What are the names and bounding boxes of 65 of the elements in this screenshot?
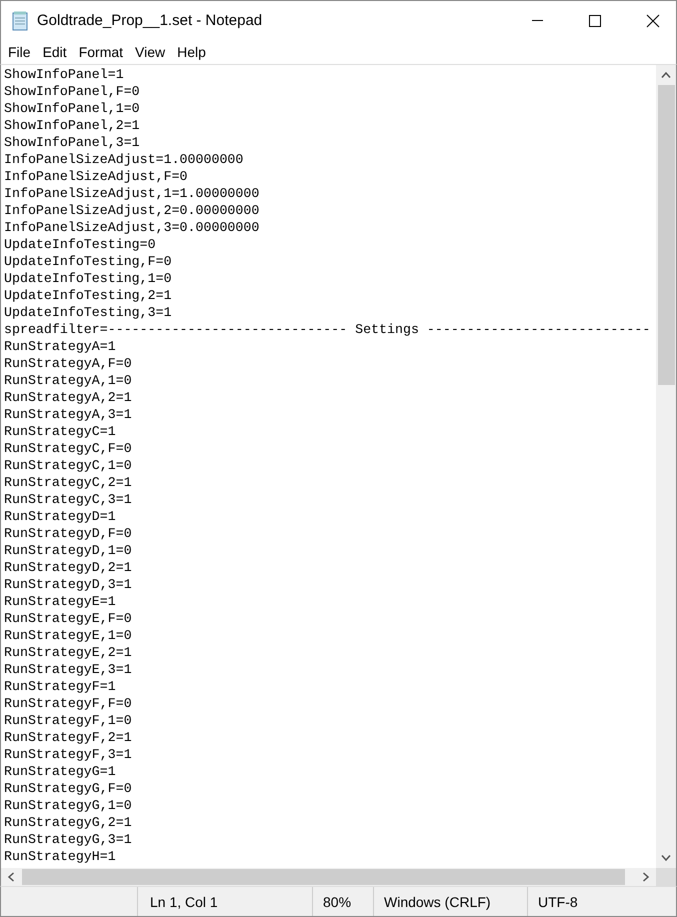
- text-line: RunStrategyC,1=0: [4, 457, 132, 474]
- zoom-level: 80%: [323, 894, 352, 910]
- text-line: RunStrategyA,2=1: [4, 389, 132, 406]
- text-line: ShowInfoPanel,2=1: [4, 117, 140, 134]
- text-line: InfoPanelSizeAdjust=1.00000000: [4, 151, 244, 168]
- maximize-icon: [589, 14, 601, 26]
- text-line: InfoPanelSizeAdjust,3=0.00000000: [4, 219, 260, 236]
- notepad-icon: [11, 10, 29, 30]
- text-line: RunStrategyG,3=1: [4, 831, 132, 848]
- text-line: RunStrategyD,F=0: [4, 525, 132, 542]
- text-line: RunStrategyA,1=0: [4, 372, 132, 389]
- encoding: UTF-8: [538, 894, 578, 910]
- text-line: RunStrategyA,F=0: [4, 355, 132, 372]
- menu-item[interactable]: Edit: [36, 44, 73, 60]
- text-line: RunStrategyG,2=1: [4, 814, 132, 831]
- text-line: ShowInfoPanel,3=1: [4, 134, 140, 151]
- menu-item[interactable]: File: [2, 44, 37, 60]
- text-line: RunStrategyD,2=1: [4, 559, 132, 576]
- text-line: RunStrategyC,2=1: [4, 474, 132, 491]
- text-line: RunStrategyE=1: [4, 593, 116, 610]
- text-line: UpdateInfoTesting=0: [4, 236, 156, 253]
- line-ending: Windows (CRLF): [384, 894, 491, 910]
- text-line: RunStrategyG,1=0: [4, 797, 132, 814]
- text-line: UpdateInfoTesting,3=1: [4, 304, 172, 321]
- cursor-position: Ln 1, Col 1: [150, 894, 218, 910]
- text-line: RunStrategyG,F=0: [4, 780, 132, 797]
- menu-item[interactable]: Format: [72, 44, 130, 60]
- text-line: RunStrategyH=1: [4, 848, 116, 865]
- close-icon: [646, 14, 660, 28]
- scroll-thumb[interactable]: [22, 869, 625, 885]
- menu-item[interactable]: Help: [171, 44, 212, 60]
- text-line: RunStrategyC,3=1: [4, 491, 132, 508]
- horizontal-scrollbar[interactable]: [1, 868, 656, 886]
- text-line: RunStrategyD,1=0: [4, 542, 132, 559]
- text-line: RunStrategyF,F=0: [4, 695, 132, 712]
- text-line: InfoPanelSizeAdjust,1=1.00000000: [4, 185, 260, 202]
- text-line: ShowInfoPanel,1=0: [4, 100, 140, 117]
- menu-item[interactable]: View: [129, 44, 172, 60]
- text-line: RunStrategyE,2=1: [4, 644, 132, 661]
- text-line: RunStrategyF,3=1: [4, 746, 132, 763]
- text-line: RunStrategyD=1: [4, 508, 116, 525]
- scroll-thumb[interactable]: [658, 85, 674, 385]
- text-line: RunStrategyA,3=1: [4, 406, 132, 423]
- text-line: spreadfilter=------------------------------ Settings ----------------------------: [4, 321, 650, 338]
- text-line: InfoPanelSizeAdjust,F=0: [4, 168, 188, 185]
- text-line: ShowInfoPanel=1: [4, 66, 124, 83]
- text-line: UpdateInfoTesting,F=0: [4, 253, 172, 270]
- text-line: ShowInfoPanel,F=0: [4, 83, 140, 100]
- text-line: UpdateInfoTesting,2=1: [4, 287, 172, 304]
- text-line: RunStrategyC=1: [4, 423, 116, 440]
- text-line: UpdateInfoTesting,1=0: [4, 270, 172, 287]
- vertical-scrollbar[interactable]: [656, 65, 676, 868]
- text-line: RunStrategyF,1=0: [4, 712, 132, 729]
- minimize-icon: [532, 20, 542, 21]
- text-line: RunStrategyE,1=0: [4, 627, 132, 644]
- text-line: RunStrategyF=1: [4, 678, 116, 695]
- text-line: RunStrategyA=1: [4, 338, 116, 355]
- text-line: RunStrategyC,F=0: [4, 440, 132, 457]
- text-line: RunStrategyF,2=1: [4, 729, 132, 746]
- text-line: RunStrategyG=1: [4, 763, 116, 780]
- window-title: Goldtrade_Prop__1.set - Notepad: [37, 12, 264, 29]
- text-line: RunStrategyE,3=1: [4, 661, 132, 678]
- text-line: RunStrategyD,3=1: [4, 576, 132, 593]
- text-line: RunStrategyE,F=0: [4, 610, 132, 627]
- text-line: InfoPanelSizeAdjust,2=0.00000000: [4, 202, 260, 219]
